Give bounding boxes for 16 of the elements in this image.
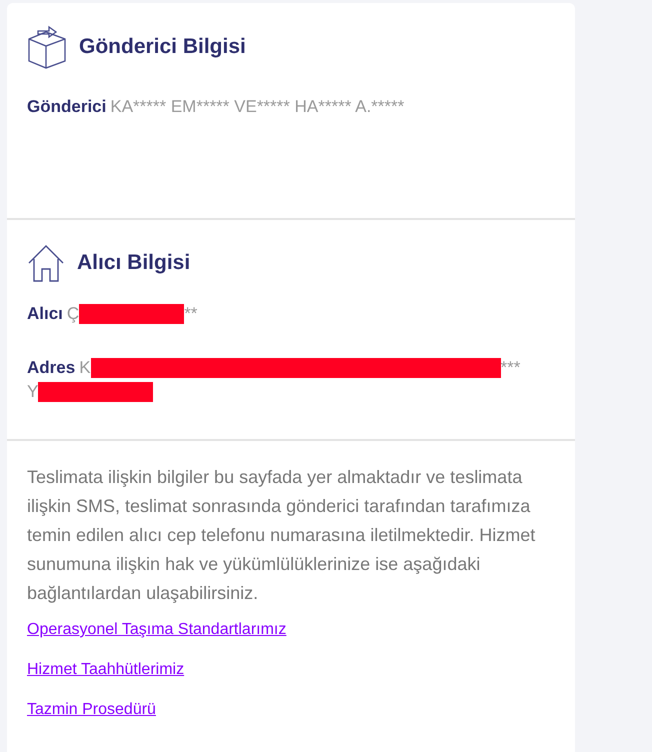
- info-paragraph: Teslimata ilişkin bilgiler bu sayfada yer almaktadır ve teslimata ilişkin SMS, teslimat sonrasında gönderici tarafından tarafımıza temin edilen alıcı cep telefonu numarasına iletilmektedir. Hizmet sunumuna ilişkin hak ve yükümlülüklerinize ise aşağıdaki bağlantılardan ulaşabilirsiniz.: [27, 466, 536, 605]
- field-value: Ç: [66, 303, 80, 325]
- field-label: Adres: [27, 357, 76, 379]
- box-icon: [27, 25, 67, 69]
- field-value: KA***** EM***** VE***** HA***** A.*****: [110, 96, 404, 118]
- section-title: Alıcı Bilgisi: [77, 250, 190, 276]
- field-value: K: [79, 357, 91, 379]
- field-value: **: [184, 303, 198, 325]
- info-link[interactable]: Hizmet Taahhütlerimiz: [27, 660, 184, 680]
- house-icon: [27, 244, 65, 282]
- info-link[interactable]: Tazmin Prosedürü: [27, 700, 156, 720]
- field-value: Y: [27, 381, 38, 403]
- field-label: Alıcı: [27, 303, 63, 325]
- section-title: Gönderici Bilgisi: [79, 34, 246, 60]
- info-link[interactable]: Operasyonel Taşıma Standartlarımız: [27, 620, 286, 640]
- field-label: Gönderici: [27, 96, 106, 118]
